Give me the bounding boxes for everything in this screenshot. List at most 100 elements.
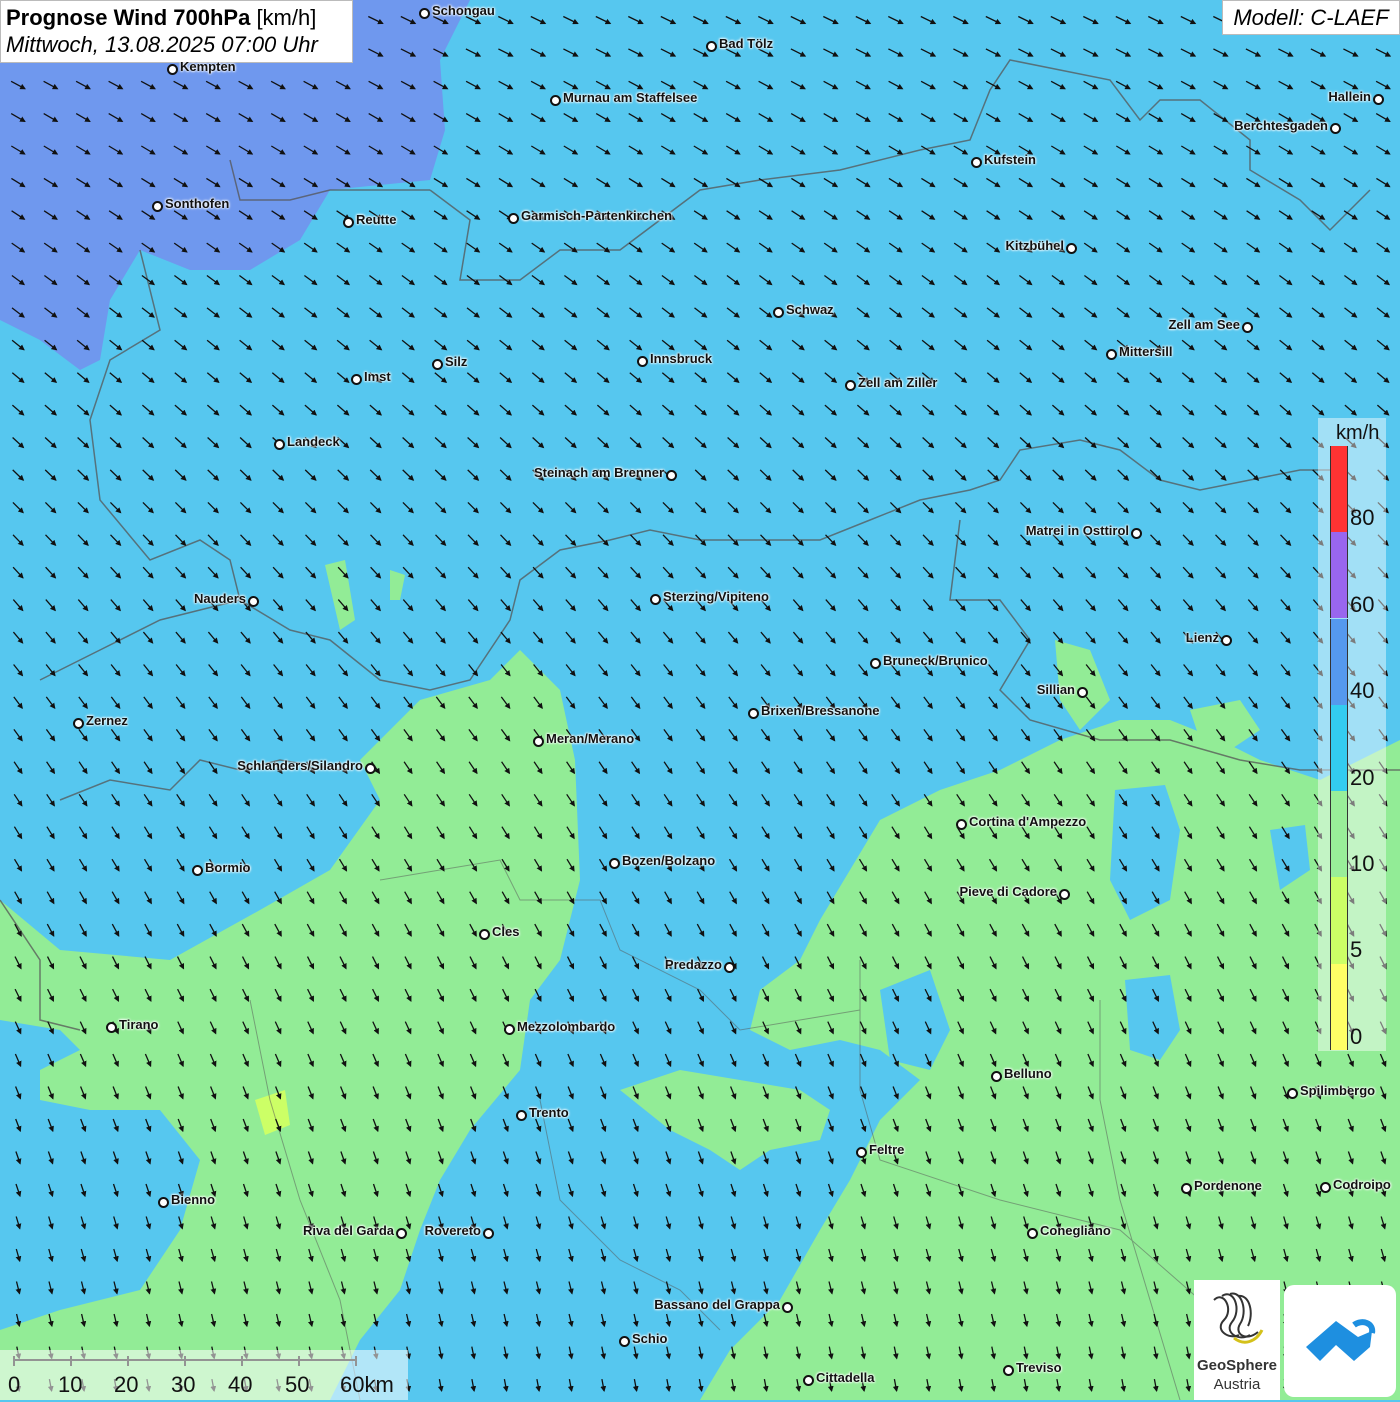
legend-color-segment	[1330, 877, 1348, 964]
city-label: Mezzolombardo	[517, 1019, 616, 1034]
city-marker	[274, 439, 285, 450]
city-marker	[782, 1302, 793, 1313]
city-label: Sterzing/Vipiteno	[663, 589, 769, 604]
geosphere-logo[interactable]: GeoSphere Austria	[1194, 1280, 1280, 1400]
city-marker	[971, 157, 982, 168]
city-marker	[706, 41, 717, 52]
map-title-box: Prognose Wind 700hPa [km/h] Mittwoch, 13…	[0, 0, 353, 63]
app-logo[interactable]	[1284, 1285, 1396, 1397]
city-marker	[396, 1228, 407, 1239]
model-label: Modell: C-LAEF	[1222, 0, 1400, 35]
scale-bar-label: 30	[171, 1372, 196, 1397]
city-marker	[619, 1336, 630, 1347]
city-marker	[479, 929, 490, 940]
city-label: Zernez	[86, 713, 128, 728]
legend-tick-label: 40	[1350, 678, 1375, 703]
city-label: Feltre	[869, 1142, 905, 1157]
city-label: Brixen/Bressanone	[761, 703, 880, 718]
city-label: Conegliano	[1040, 1223, 1111, 1238]
city-marker	[533, 736, 544, 747]
map-title: Prognose Wind 700hPa [km/h]	[6, 4, 347, 32]
city-marker	[516, 1110, 527, 1121]
legend-tick-label: 0	[1350, 1024, 1363, 1049]
legend-color-segment	[1330, 704, 1348, 792]
city-marker	[609, 858, 620, 869]
map-title-bold: Prognose Wind 700hPa	[6, 5, 251, 30]
city-label: Bruneck/Brunico	[883, 653, 988, 668]
city-label: Spilimbergo	[1300, 1083, 1376, 1098]
city-marker	[351, 374, 362, 385]
city-label: Riva del Garda	[302, 1223, 394, 1238]
city-marker	[248, 596, 259, 607]
scale-bar-label: 20	[114, 1372, 139, 1397]
city-marker	[1003, 1365, 1014, 1376]
city-marker	[73, 718, 84, 729]
city-marker	[1242, 322, 1253, 333]
city-label: Lienz	[1185, 630, 1219, 645]
city-marker	[1287, 1088, 1298, 1099]
city-marker	[1066, 243, 1077, 254]
city-label: Bienno	[171, 1192, 216, 1207]
city-marker	[1221, 635, 1232, 646]
city-label: Imst	[364, 369, 391, 384]
city-label: Pieve di Cadore	[959, 884, 1057, 899]
city-label: Nauders	[193, 591, 246, 606]
city-label: Kempten	[180, 59, 236, 74]
city-marker	[773, 307, 784, 318]
city-marker	[1027, 1228, 1038, 1239]
city-label: Bassano del Grappa	[654, 1297, 780, 1312]
city-marker	[650, 594, 661, 605]
city-label: Cortina d'Ampezzo	[969, 814, 1087, 829]
city-marker	[419, 8, 430, 19]
city-marker	[365, 763, 376, 774]
city-label: Landeck	[287, 434, 340, 449]
city-label: Sillian	[1036, 682, 1075, 697]
city-marker	[152, 201, 163, 212]
scale-bar-label: 0	[8, 1372, 21, 1397]
city-label: Reutte	[356, 212, 397, 227]
city-marker	[1320, 1182, 1331, 1193]
city-marker	[1131, 528, 1142, 539]
city-marker	[991, 1071, 1002, 1082]
city-marker	[845, 380, 856, 391]
forecast-datetime: Mittwoch, 13.08.2025 07:00 Uhr	[6, 32, 318, 57]
city-label: Predazzo	[664, 957, 722, 972]
city-label: Schio	[632, 1331, 668, 1346]
city-label: Zell am See	[1168, 317, 1240, 332]
legend-tick-label: 80	[1350, 505, 1375, 530]
city-marker	[550, 95, 561, 106]
scale-bar-label: 40	[228, 1372, 253, 1397]
city-marker	[956, 819, 967, 830]
city-label: Trento	[529, 1105, 569, 1120]
city-marker	[1330, 123, 1341, 134]
city-label: Schlanders/Silandro	[237, 758, 363, 773]
city-marker	[192, 865, 203, 876]
city-label: Berchtesgaden	[1234, 118, 1328, 133]
city-label: Treviso	[1016, 1360, 1062, 1375]
city-marker	[167, 64, 178, 75]
scale-bar-label: 50	[285, 1372, 310, 1397]
city-marker	[1059, 889, 1070, 900]
wind-field-island-1	[1110, 785, 1180, 920]
city-label: Bad Tölz	[719, 36, 774, 51]
city-label: Silz	[445, 354, 468, 369]
city-label: Meran/Merano	[546, 731, 635, 746]
city-label: Matrei in Osttirol	[1025, 523, 1129, 538]
city-label: Pordenone	[1194, 1178, 1262, 1193]
city-label: Murnau am Staffelsee	[563, 90, 698, 105]
city-label: Schwaz	[786, 302, 834, 317]
city-marker	[106, 1022, 117, 1033]
city-label: Rovereto	[424, 1223, 481, 1238]
legend-color-segment	[1330, 618, 1348, 705]
city-marker	[748, 708, 759, 719]
city-marker	[508, 213, 519, 224]
city-marker	[158, 1197, 169, 1208]
city-marker	[1106, 349, 1117, 360]
city-label: Codroipo	[1333, 1177, 1391, 1192]
geosphere-logo-subtext: Austria	[1213, 1376, 1261, 1393]
city-marker	[666, 470, 677, 481]
legend-tick-label: 60	[1350, 592, 1375, 617]
legend-color-segment	[1330, 445, 1348, 533]
legend-unit: km/h	[1336, 422, 1380, 444]
legend-tick-label: 20	[1350, 765, 1375, 790]
